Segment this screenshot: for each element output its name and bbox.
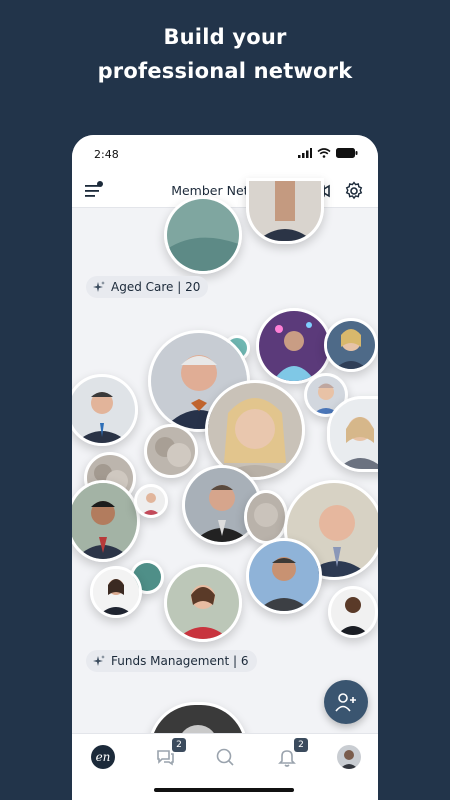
member-avatar-bubble[interactable]	[164, 196, 242, 274]
member-avatar-bubble[interactable]	[244, 490, 288, 544]
avatar	[337, 745, 361, 769]
add-user-icon	[335, 693, 356, 712]
nav-notifications[interactable]: 2	[272, 738, 308, 772]
sparkle-icon	[93, 654, 105, 666]
group-chip-funds-management[interactable]: Funds Management | 6	[86, 650, 257, 672]
status-time: 2:48	[94, 148, 119, 161]
member-avatar-bubble[interactable]	[328, 586, 378, 638]
settings-gear-icon[interactable]	[344, 181, 364, 205]
bottom-navigation: en 2 2	[72, 733, 378, 800]
status-icons	[298, 148, 358, 158]
member-avatar-bubble[interactable]	[327, 396, 378, 472]
app-logo-icon: en	[91, 745, 115, 769]
member-avatar-bubble[interactable]	[72, 480, 140, 562]
group-name: Funds Management	[111, 654, 230, 668]
wifi-icon	[317, 148, 331, 158]
member-avatar-bubble[interactable]	[134, 484, 168, 518]
group-chip-aged-care[interactable]: Aged Care | 20	[86, 276, 209, 298]
status-bar: 2:48	[72, 135, 378, 175]
group-count: | 20	[177, 280, 201, 294]
promo-line-2: professional network	[97, 59, 353, 83]
promo-headline: Build your professional network	[0, 20, 450, 88]
signal-icon	[298, 148, 312, 158]
phone-frame: 2:48 Member Network Aged Care | 20 Funds…	[72, 135, 378, 800]
nav-messages[interactable]: 2	[150, 738, 186, 772]
nav-profile[interactable]	[334, 742, 364, 772]
nav-home[interactable]: en	[88, 742, 118, 772]
sparkle-icon	[93, 280, 105, 292]
battery-icon	[336, 148, 358, 158]
nav-search[interactable]	[210, 742, 240, 772]
group-count: | 6	[233, 654, 249, 668]
member-avatar-bubble[interactable]	[72, 374, 138, 446]
group-name: Aged Care	[111, 280, 174, 294]
member-avatar-bubble[interactable]	[144, 424, 198, 478]
member-avatar-bubble[interactable]	[164, 564, 242, 642]
member-avatar-bubble[interactable]	[324, 318, 378, 372]
add-member-button[interactable]	[324, 680, 368, 724]
member-avatar-bubble[interactable]	[246, 538, 322, 614]
member-network-canvas[interactable]: Aged Care | 20 Funds Management | 6	[72, 178, 378, 768]
member-avatar-bubble[interactable]	[246, 178, 324, 244]
notifications-badge: 2	[294, 738, 308, 752]
page-title: Member Network	[171, 183, 279, 198]
search-icon	[216, 748, 234, 766]
member-avatar-bubble[interactable]	[90, 566, 142, 618]
promo-line-1: Build your	[163, 25, 287, 49]
home-indicator	[154, 788, 294, 792]
messages-badge: 2	[172, 738, 186, 752]
